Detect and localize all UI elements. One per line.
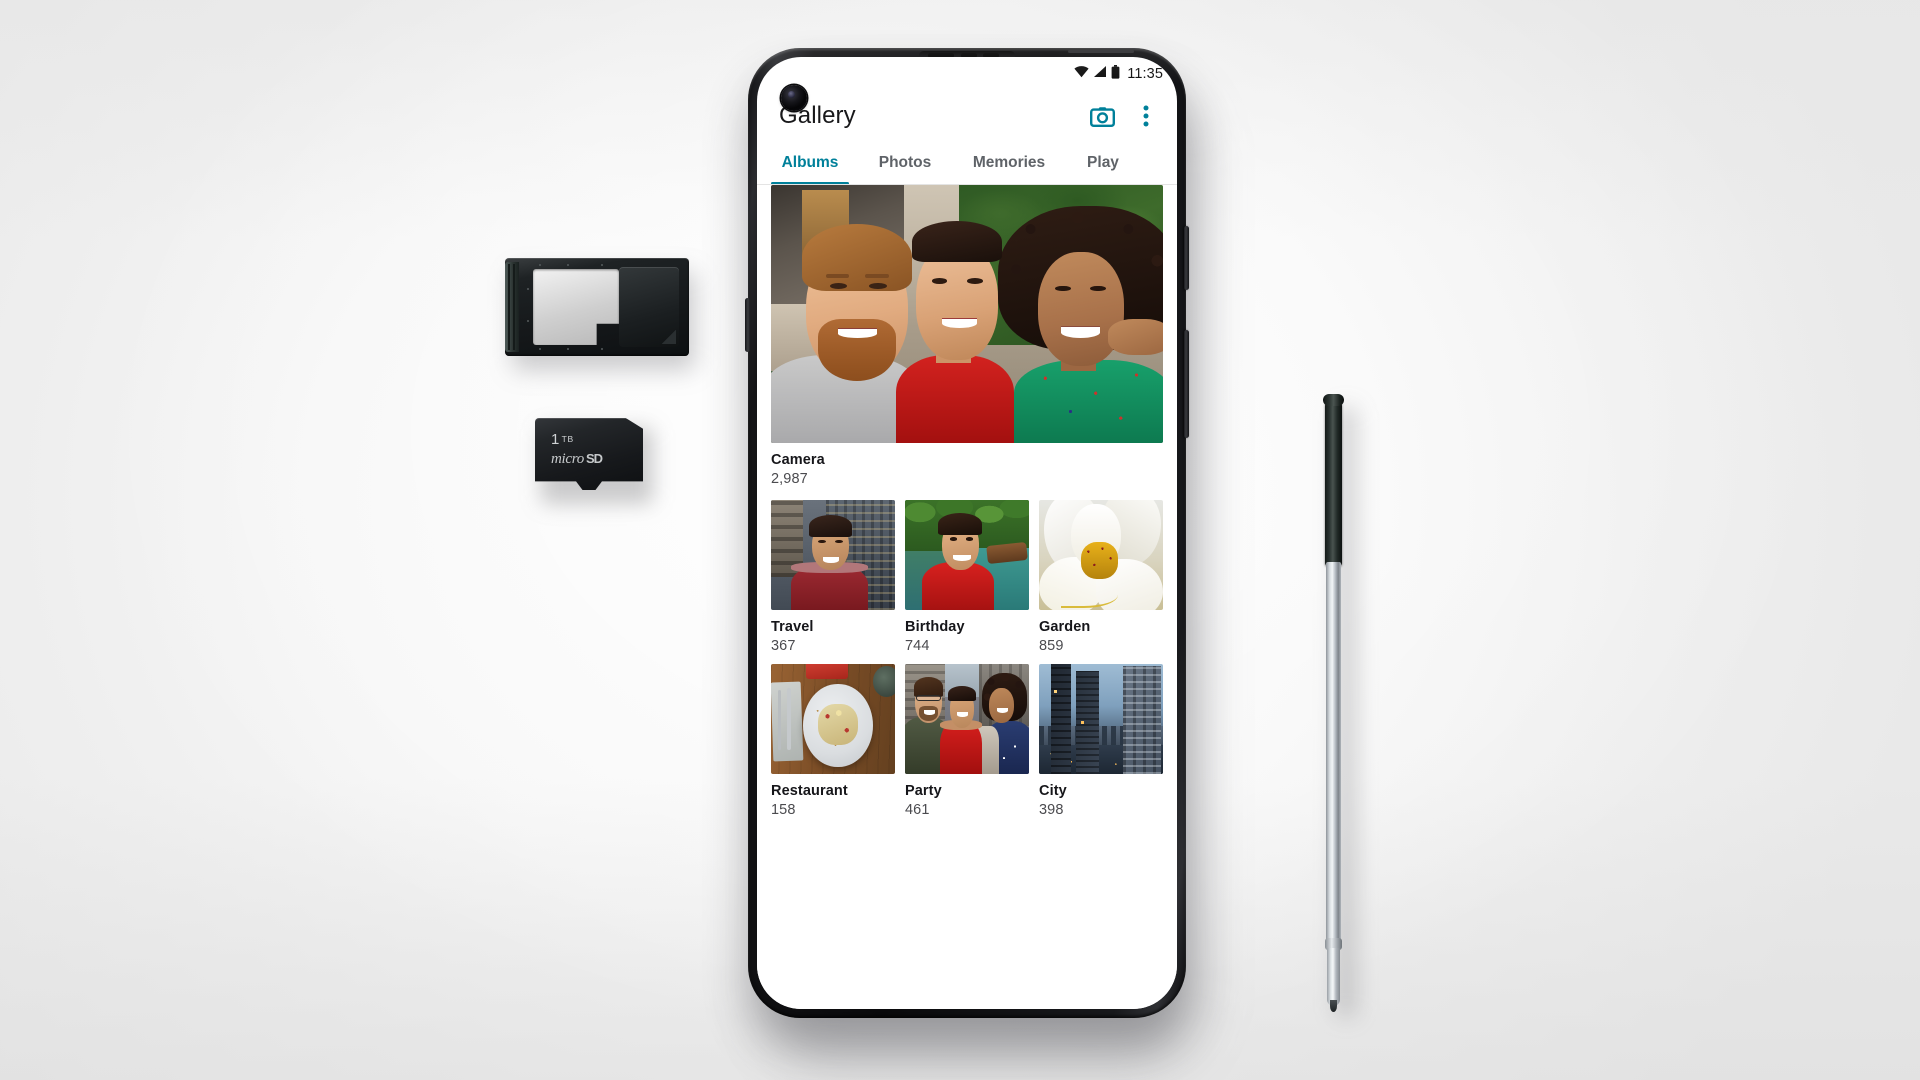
microsd-capacity: 1 TB xyxy=(551,431,574,448)
album-thumbnail-travel[interactable] xyxy=(771,500,895,610)
front-camera-punch-hole xyxy=(781,85,807,111)
album-count: 158 xyxy=(771,802,796,818)
album-title: Garden xyxy=(1039,619,1091,635)
tray-detail-dot xyxy=(527,320,529,322)
album-card-travel[interactable]: Travel 367 xyxy=(771,500,895,654)
tray-detail-dot xyxy=(539,348,541,350)
tray-detail-dot xyxy=(601,264,603,266)
tab-photos[interactable]: Photos xyxy=(859,141,951,185)
tab-bar: Albums Photos Memories Play xyxy=(757,141,1177,185)
featured-album-card[interactable]: Camera 2,987 xyxy=(771,185,1163,487)
volume-button[interactable] xyxy=(1184,330,1189,438)
stylus-barrel xyxy=(1326,562,1341,942)
album-title: Travel xyxy=(771,619,814,635)
albums-grid: Travel 367 Birthday 744 Garden 859 Resta… xyxy=(771,500,1163,818)
microsd-card-body: 1 TB micro SD xyxy=(535,418,643,490)
album-thumbnail-party[interactable] xyxy=(905,664,1029,774)
album-count: 461 xyxy=(905,802,930,818)
battery-icon xyxy=(1111,64,1120,84)
album-card-restaurant[interactable]: Restaurant 158 xyxy=(771,664,895,818)
featured-album-thumbnail[interactable] xyxy=(771,185,1163,443)
album-title: Camera xyxy=(771,452,825,468)
album-thumbnail-city[interactable] xyxy=(1039,664,1163,774)
sim-tray xyxy=(505,258,695,370)
tray-detail-dot xyxy=(539,264,541,266)
sim-tray-slot-secondary xyxy=(619,267,679,347)
tray-detail-dot xyxy=(527,288,529,290)
tray-detail-dot xyxy=(567,264,569,266)
album-count: 2,987 xyxy=(771,471,808,487)
phone-body: 11:35 Gallery Albums Photos Memories Pla… xyxy=(745,48,1189,1018)
album-thumbnail-restaurant[interactable] xyxy=(771,664,895,774)
stylus-tip xyxy=(1330,1000,1337,1012)
album-thumbnail-garden[interactable] xyxy=(1039,500,1163,610)
tab-albums[interactable]: Albums xyxy=(761,141,859,185)
microsd-card: 1 TB micro SD xyxy=(535,418,655,506)
album-card-garden[interactable]: Garden 859 xyxy=(1039,500,1163,654)
microsd-logo: micro SD xyxy=(551,451,603,467)
overflow-menu-icon[interactable] xyxy=(1129,99,1163,133)
album-card-birthday[interactable]: Birthday 744 xyxy=(905,500,1029,654)
stylus-cap-top xyxy=(1323,394,1344,406)
stylus-tip-barrel xyxy=(1327,948,1340,1006)
power-button[interactable] xyxy=(1184,226,1189,290)
album-count: 859 xyxy=(1039,638,1064,654)
stylus-pen xyxy=(1316,394,1356,1018)
app-bar: Gallery xyxy=(757,91,1177,141)
top-microphone xyxy=(1068,50,1134,53)
tray-detail-dot xyxy=(567,348,569,350)
tab-play[interactable]: Play xyxy=(1067,141,1139,185)
album-count: 398 xyxy=(1039,802,1064,818)
album-card-city[interactable]: City 398 xyxy=(1039,664,1163,818)
album-title: Party xyxy=(905,783,942,799)
cellular-signal-icon xyxy=(1093,65,1107,83)
status-bar-clock: 11:35 xyxy=(1127,66,1163,82)
album-thumbnail-birthday[interactable] xyxy=(905,500,1029,610)
sim-tray-rail xyxy=(505,262,519,352)
albums-list[interactable]: Camera 2,987 Travel 367 Birthday 744 Gar… xyxy=(757,185,1177,1009)
tray-detail-dot xyxy=(601,348,603,350)
sim-tray-body xyxy=(505,258,689,356)
album-title: City xyxy=(1039,783,1067,799)
smartphone: 11:35 Gallery Albums Photos Memories Pla… xyxy=(745,48,1199,1059)
album-title: Birthday xyxy=(905,619,965,635)
sim-tray-slot-primary xyxy=(533,269,619,345)
album-count: 367 xyxy=(771,638,796,654)
camera-icon[interactable] xyxy=(1085,99,1119,133)
status-bar: 11:35 xyxy=(757,57,1177,91)
stylus-cap xyxy=(1325,398,1342,566)
assistant-button[interactable] xyxy=(745,298,750,352)
tab-memories[interactable]: Memories xyxy=(951,141,1067,185)
phone-screen: 11:35 Gallery Albums Photos Memories Pla… xyxy=(757,57,1177,1009)
album-card-party[interactable]: Party 461 xyxy=(905,664,1029,818)
album-count: 744 xyxy=(905,638,930,654)
wifi-icon xyxy=(1074,65,1089,83)
album-title: Restaurant xyxy=(771,783,848,799)
